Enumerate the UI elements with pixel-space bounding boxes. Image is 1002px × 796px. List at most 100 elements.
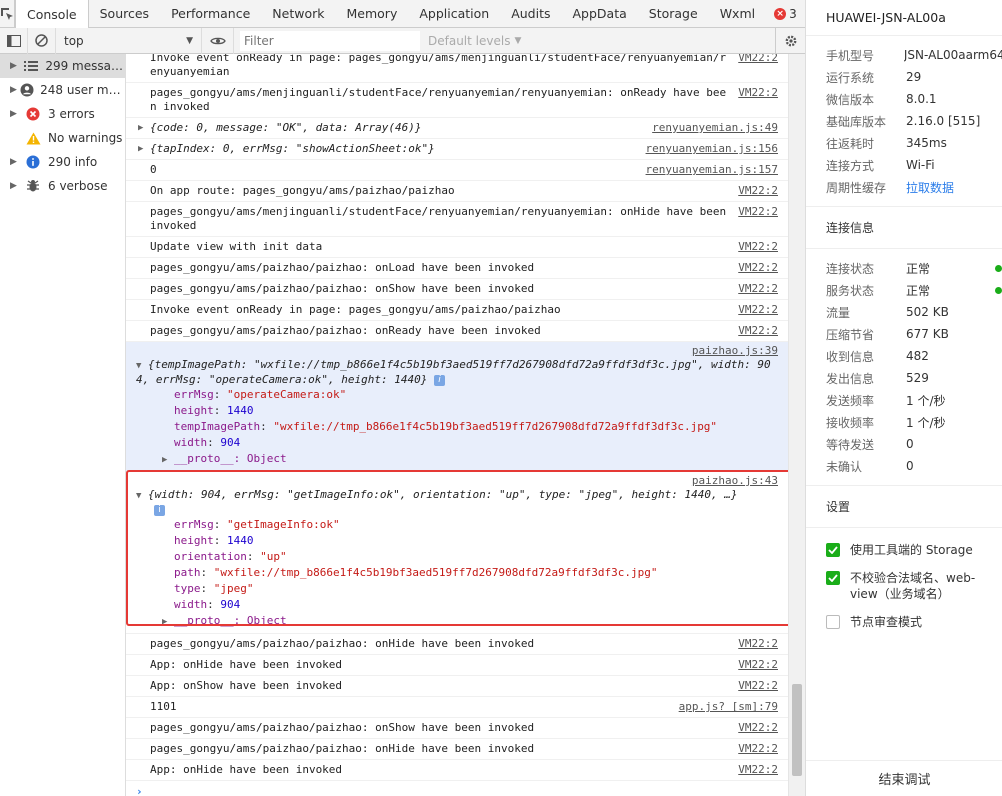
- sidebar-item-label: 290 info: [48, 155, 98, 169]
- log-message: pages_gongyu/ams/paizhao/paizhao: onRead…: [150, 324, 541, 337]
- filter-input[interactable]: [240, 30, 420, 51]
- log-message: Invoke event onReady in page: pages_gong…: [150, 303, 561, 316]
- log-source-link[interactable]: VM22:2: [728, 86, 778, 114]
- context-value: top: [64, 33, 84, 48]
- info-row: 流量 502 KB: [826, 305, 949, 320]
- console-sidebar: ▶ 299 messages ▶ 248 user messages ▶ 3 e…: [0, 54, 126, 796]
- sidebar-toggle-icon[interactable]: [0, 27, 28, 54]
- object-property: orientation: "up": [174, 550, 287, 563]
- tab-appdata[interactable]: AppData: [561, 0, 637, 27]
- expand-caret-icon[interactable]: ▶: [138, 142, 150, 156]
- info-row: 服务状态 正常: [806, 279, 1002, 301]
- status-ok-dot-icon: [995, 264, 1002, 272]
- checkbox-checked-icon[interactable]: [826, 543, 840, 557]
- sidebar-item-warnings[interactable]: No warnings: [0, 126, 125, 150]
- object-property: height: 1440: [174, 404, 254, 417]
- context-select[interactable]: top ▼: [56, 27, 202, 54]
- info-row: 基础库版本 2.16.0 [515]: [826, 114, 981, 129]
- sidebar-item-verbose[interactable]: ▶ 6 verbose: [0, 174, 125, 198]
- tab-application[interactable]: Application: [408, 0, 500, 27]
- collapse-caret-icon[interactable]: ▼: [136, 361, 141, 371]
- end-debug-button[interactable]: 结束调试: [806, 760, 1002, 796]
- tab-sources[interactable]: Sources: [89, 0, 160, 27]
- error-count-badge[interactable]: × 3: [766, 0, 805, 27]
- tab-network[interactable]: Network: [261, 0, 335, 27]
- log-source-link[interactable]: VM22:2: [728, 742, 778, 756]
- tab-performance[interactable]: Performance: [160, 0, 261, 27]
- log-levels-dropdown[interactable]: Default levels ▼: [428, 34, 521, 48]
- setting-label: 节点审查模式: [850, 615, 923, 629]
- log-source-link[interactable]: VM22:2: [728, 679, 778, 693]
- scrollbar-thumb[interactable]: [792, 684, 802, 776]
- sidebar-item-messages[interactable]: ▶ 299 messages: [0, 54, 125, 78]
- sidebar-item-label: 299 messages: [45, 59, 125, 73]
- tab-audits[interactable]: Audits: [500, 0, 561, 27]
- log-source-link[interactable]: app.js? [sm]:79: [669, 700, 778, 714]
- sidebar-item-label: 3 errors: [48, 107, 95, 121]
- expand-caret-icon: ▶: [10, 61, 17, 71]
- log-source-link[interactable]: paizhao.js:39: [682, 344, 778, 357]
- checkbox-checked-icon[interactable]: [826, 571, 840, 585]
- console-scrollbar[interactable]: [788, 54, 805, 796]
- log-message: App: onShow have been invoked: [150, 679, 343, 692]
- log-source-link[interactable]: VM22:2: [728, 324, 778, 338]
- log-source-link[interactable]: VM22:2: [728, 637, 778, 651]
- connection-info-section: 连接状态 正常 服务状态 正常 流量 502 KB 压缩节省 677 KB 收到信息 48…: [806, 249, 1002, 486]
- devtools-tab-bar: Console Sources Performance Network Memo…: [0, 0, 810, 28]
- log-message: pages_gongyu/ams/paizhao/paizhao: onShow…: [150, 282, 535, 295]
- console-settings-gear-icon[interactable]: [775, 27, 805, 54]
- tab-console[interactable]: Console: [15, 0, 89, 28]
- log-source-link[interactable]: VM22:2: [728, 658, 778, 672]
- log-source-link[interactable]: renyuanyemian.js:49: [642, 121, 778, 135]
- sidebar-item-label: 248 user messages: [40, 83, 125, 97]
- settings-section: 使用工具端的 Storage 不校验合法域名、web-view（业务域名） 节点…: [806, 528, 1002, 636]
- pull-data-link[interactable]: 拉取数据: [906, 179, 954, 196]
- log-row: pages_gongyu/ams/paizhao/paizhao: onShow…: [126, 718, 788, 739]
- clear-console-icon[interactable]: [28, 27, 56, 54]
- collapse-caret-icon[interactable]: ▼: [136, 491, 141, 501]
- expand-caret-icon[interactable]: ▶: [138, 121, 150, 135]
- log-row: pages_gongyu/ams/menjinguanli/studentFac…: [126, 202, 788, 237]
- log-message: 1101: [150, 700, 177, 713]
- info-row: 微信版本 8.0.1: [826, 92, 937, 107]
- log-source-link[interactable]: VM22:2: [728, 54, 778, 79]
- object-proto[interactable]: ▶ __proto__: Object: [150, 451, 778, 468]
- info-row: 压缩节省 677 KB: [826, 327, 949, 342]
- log-source-link[interactable]: VM22:2: [728, 282, 778, 296]
- list-icon: [23, 58, 40, 74]
- console-prompt-input[interactable]: ›: [126, 781, 788, 796]
- info-row: 周期性缓存 拉取数据: [826, 179, 955, 196]
- log-row: Invoke event onReady in page: pages_gong…: [126, 54, 788, 83]
- inspect-element-icon[interactable]: [0, 0, 15, 27]
- tab-wxml[interactable]: Wxml: [709, 0, 766, 27]
- sidebar-item-user-messages[interactable]: ▶ 248 user messages: [0, 78, 125, 102]
- log-source-link[interactable]: VM22:2: [728, 763, 778, 777]
- setting-skip-domain-check[interactable]: 不校验合法域名、web-view（业务域名）: [806, 564, 1002, 608]
- info-icon: [24, 154, 42, 170]
- log-source-link[interactable]: VM22:2: [728, 303, 778, 317]
- sidebar-item-errors[interactable]: ▶ 3 errors: [0, 102, 125, 126]
- tab-storage[interactable]: Storage: [638, 0, 709, 27]
- log-source-link[interactable]: paizhao.js:43: [682, 474, 778, 487]
- log-source-link[interactable]: renyuanyemian.js:157: [636, 163, 778, 177]
- log-object-entry[interactable]: paizhao.js:43 ▼ {width: 904, errMsg: "ge…: [126, 472, 788, 634]
- log-source-link[interactable]: VM22:2: [728, 205, 778, 233]
- sidebar-item-info[interactable]: ▶ 290 info: [0, 150, 125, 174]
- log-object-entry[interactable]: paizhao.js:39 ▼ {tempImagePath: "wxfile:…: [126, 342, 788, 472]
- setting-use-tool-storage[interactable]: 使用工具端的 Storage: [806, 536, 1002, 564]
- tab-memory[interactable]: Memory: [336, 0, 409, 27]
- log-source-link[interactable]: VM22:2: [728, 261, 778, 275]
- settings-heading: 设置: [806, 486, 1002, 528]
- log-row: App: onHide have been invoked VM22:2: [126, 655, 788, 676]
- log-source-link[interactable]: VM22:2: [728, 240, 778, 254]
- object-proto[interactable]: ▶ __proto__: Object: [150, 613, 778, 630]
- log-source-link[interactable]: VM22:2: [728, 184, 778, 198]
- setting-node-inspect-mode[interactable]: 节点审查模式: [806, 608, 1002, 636]
- object-property: tempImagePath: "wxfile://tmp_b866e1f4c5b…: [174, 420, 718, 433]
- log-row: pages_gongyu/ams/paizhao/paizhao: onRead…: [126, 321, 788, 342]
- checkbox-unchecked-icon[interactable]: [826, 615, 840, 629]
- live-expression-eye-icon[interactable]: [202, 27, 234, 54]
- status-ok-dot-icon: [995, 286, 1002, 294]
- log-source-link[interactable]: VM22:2: [728, 721, 778, 735]
- log-source-link[interactable]: renyuanyemian.js:156: [636, 142, 778, 156]
